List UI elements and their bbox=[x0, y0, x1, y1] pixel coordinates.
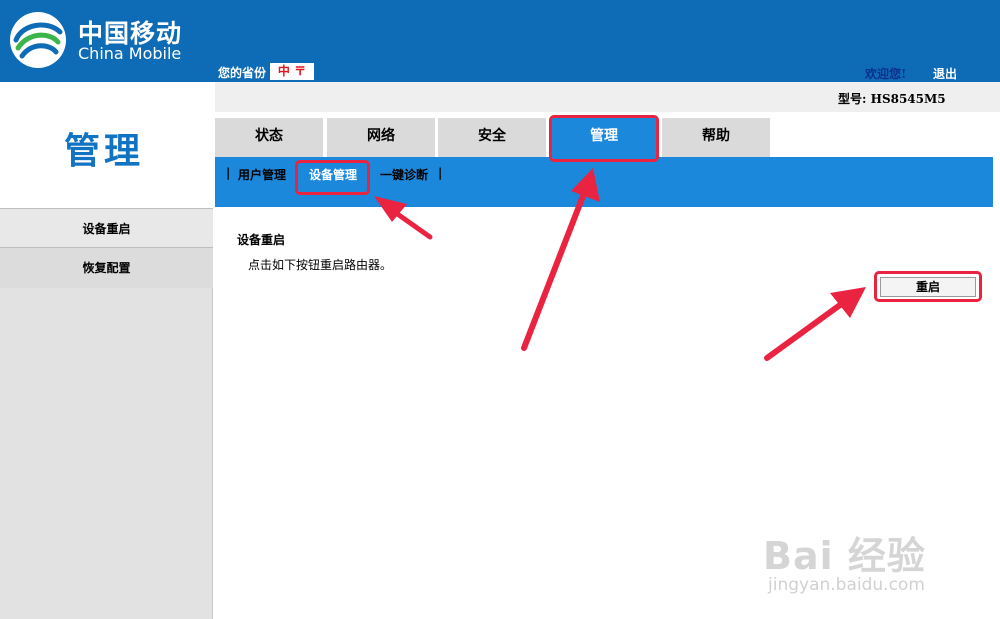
watermark-main: Bai 经验 bbox=[763, 534, 926, 578]
sidebar-title-area: 管理 bbox=[0, 82, 213, 208]
arrow-to-button-icon bbox=[764, 287, 866, 361]
tab-status[interactable]: 状态 bbox=[215, 118, 323, 157]
tab-help[interactable]: 帮助 bbox=[662, 118, 770, 157]
province-label: 您的省份 bbox=[218, 66, 267, 80]
sidebar-title: 管理 bbox=[63, 130, 144, 172]
sidebar: 管理 设备重启 恢复配置 bbox=[0, 82, 213, 619]
subnav-one-click-diagnosis[interactable]: 一键诊断 bbox=[380, 166, 428, 183]
baidu-watermark: Bai 经验 jingyan.baidu.com bbox=[763, 513, 953, 598]
header-bar: 中国移动 China Mobile 您的省份 中 〒 欢迎您! 退出 bbox=[0, 0, 1000, 82]
sidebar-item-restore-config[interactable]: 恢复配置 bbox=[0, 248, 213, 288]
tab-network[interactable]: 网络 bbox=[327, 118, 435, 157]
watermark-sub: jingyan.baidu.com bbox=[768, 575, 925, 595]
tab-management[interactable]: 管理 bbox=[550, 118, 658, 157]
china-mobile-logo-icon bbox=[10, 12, 66, 68]
section-title: 设备重启 bbox=[237, 233, 286, 247]
tab-security[interactable]: 安全 bbox=[438, 118, 546, 157]
logout-link[interactable]: 退出 bbox=[933, 65, 957, 82]
subnav-device-management[interactable]: 设备管理 bbox=[309, 166, 357, 183]
model-info: 型号: HS8545M5 bbox=[838, 92, 946, 106]
reboot-button[interactable]: 重启 bbox=[880, 277, 976, 297]
subnav-user-management[interactable]: 用户管理 bbox=[238, 166, 286, 183]
sidebar-item-device-restart[interactable]: 设备重启 bbox=[0, 208, 213, 248]
subnav-separator: | bbox=[226, 166, 231, 180]
welcome-text: 欢迎您! bbox=[865, 67, 907, 81]
subnav-separator: | bbox=[438, 166, 443, 180]
section-description: 点击如下按钮重启路由器。 bbox=[248, 258, 393, 272]
province-value: 中 〒 bbox=[270, 63, 314, 80]
brand-name-en: China Mobile bbox=[78, 44, 182, 63]
